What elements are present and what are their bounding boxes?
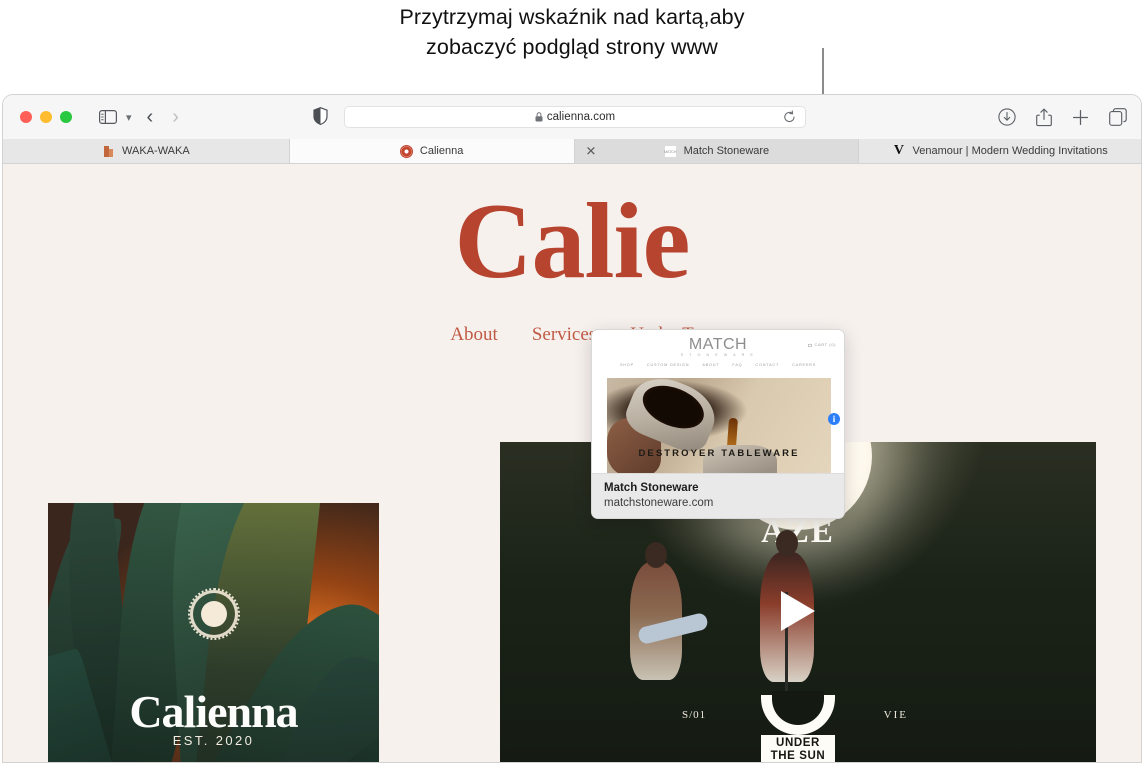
minimize-window-button[interactable] bbox=[40, 111, 52, 123]
callout-text: Przytrzymaj wskaźnik nad kartą,aby zobac… bbox=[222, 2, 922, 62]
chevron-down-icon[interactable]: ▾ bbox=[126, 111, 132, 124]
new-tab-icon[interactable] bbox=[1072, 109, 1089, 126]
preview-cart-label: CART (0) bbox=[808, 342, 836, 347]
tab-preview-popup: MATCH S T O N E W A R E CART (0) SHOP CU… bbox=[591, 329, 845, 519]
under-the-sun-logo: UNDER THE SUN bbox=[761, 695, 835, 762]
preview-footer: Match Stoneware matchstoneware.com bbox=[592, 473, 844, 518]
logo-text: UNDER THE SUN bbox=[761, 735, 835, 762]
preview-nav-contact: CONTACT bbox=[755, 363, 780, 367]
musician-head bbox=[776, 530, 798, 556]
preview-hero-image: DESTROYER TABLEWARE bbox=[607, 378, 831, 475]
cart-icon bbox=[808, 343, 813, 347]
preview-url: matchstoneware.com bbox=[604, 497, 714, 509]
info-badge-icon[interactable]: i bbox=[828, 413, 840, 425]
callout-line-2: zobaczyć podgląd strony www bbox=[426, 35, 718, 59]
preview-cart-text: CART (0) bbox=[814, 342, 836, 347]
preview-logo-subtext: S T O N E W A R E bbox=[680, 353, 756, 357]
preview-nav-about: ABOUT bbox=[702, 363, 720, 367]
crescent-icon bbox=[761, 695, 835, 735]
preview-logo-text: MATCH bbox=[688, 336, 748, 353]
video-title: AZE bbox=[761, 514, 835, 550]
preview-hero-text: DESTROYER TABLEWARE bbox=[638, 448, 800, 459]
address-bar[interactable]: calienna.com bbox=[344, 106, 806, 128]
back-button[interactable]: ‹ bbox=[147, 106, 154, 129]
preview-title: Match Stoneware bbox=[604, 482, 699, 494]
window-controls bbox=[20, 111, 72, 123]
card-title: Calienna bbox=[129, 686, 298, 737]
maximize-window-button[interactable] bbox=[60, 111, 72, 123]
browser-toolbar: ▾ ‹ › calienna.com bbox=[3, 95, 1141, 139]
tab-waka-waka[interactable]: WAKA-WAKA bbox=[3, 139, 290, 163]
page-title: Calie bbox=[454, 182, 691, 301]
tab-title: Calienna bbox=[419, 145, 464, 157]
tab-bar: WAKA-WAKA Calienna ✕ MATCH Match Stonewa… bbox=[3, 139, 1141, 164]
sun-emblem-icon bbox=[188, 588, 240, 640]
tab-overview-icon[interactable] bbox=[1109, 108, 1127, 126]
site-navigation: About Services Under T bbox=[3, 324, 1141, 346]
card-subtitle: EST. 2020 bbox=[172, 733, 255, 748]
safari-window: ▾ ‹ › calienna.com WAKA-WAKA Calienna ✕ … bbox=[2, 94, 1142, 763]
close-tab-button[interactable]: ✕ bbox=[586, 145, 597, 158]
preview-nav-faq: FAQ bbox=[732, 363, 743, 367]
preview-nav-shop: SHOP bbox=[619, 363, 634, 367]
chair-favicon bbox=[102, 145, 115, 158]
callout-annotation: Przytrzymaj wskaźnik nad kartą,aby zobac… bbox=[0, 0, 1144, 146]
reload-icon[interactable] bbox=[783, 110, 796, 124]
venamour-favicon: V bbox=[893, 143, 905, 158]
video-left-label: S/01 bbox=[682, 709, 707, 721]
tab-title: Venamour | Modern Wedding Invitations bbox=[912, 145, 1108, 157]
lock-icon bbox=[535, 112, 543, 122]
logo-line-1: UNDER bbox=[776, 737, 820, 749]
privacy-shield-icon[interactable] bbox=[313, 107, 328, 125]
tab-title: WAKA-WAKA bbox=[122, 145, 190, 157]
musician-head bbox=[645, 542, 667, 568]
logo-line-2: THE SUN bbox=[770, 750, 826, 762]
preview-nav-careers: CAREERS bbox=[792, 363, 817, 367]
forward-button[interactable]: › bbox=[172, 106, 179, 129]
close-window-button[interactable] bbox=[20, 111, 32, 123]
preview-site-logo: MATCH S T O N E W A R E bbox=[681, 336, 756, 357]
play-button[interactable] bbox=[781, 590, 815, 631]
video-right-label: VIE bbox=[883, 709, 908, 721]
sidebar-toggle-icon[interactable] bbox=[99, 110, 117, 124]
preview-site-nav: SHOP CUSTOM DESIGN ABOUT FAQ CONTACT CAR… bbox=[592, 363, 844, 367]
tab-match-stoneware[interactable]: ✕ MATCH Match Stoneware bbox=[574, 139, 860, 163]
download-icon[interactable] bbox=[998, 108, 1016, 126]
web-page-content: Calie About Services Under T bbox=[3, 164, 1141, 762]
url-text: calienna.com bbox=[546, 111, 616, 123]
share-icon[interactable] bbox=[1036, 108, 1052, 127]
address-bar-content: calienna.com bbox=[535, 111, 615, 123]
sun-favicon bbox=[399, 144, 413, 158]
preview-site-thumbnail: MATCH S T O N E W A R E CART (0) SHOP CU… bbox=[592, 330, 844, 475]
screenshot-root: Przytrzymaj wskaźnik nad kartą,aby zobac… bbox=[0, 0, 1144, 763]
site-nav-item-services[interactable]: Services bbox=[532, 324, 596, 346]
match-favicon: MATCH bbox=[663, 144, 677, 158]
preview-nav-custom-design: CUSTOM DESIGN bbox=[646, 363, 690, 367]
toolbar-right-actions bbox=[998, 95, 1127, 139]
tab-calienna[interactable]: Calienna bbox=[289, 139, 575, 163]
cup-interior bbox=[636, 378, 711, 437]
site-nav-item-about[interactable]: About bbox=[450, 324, 498, 346]
tab-venamour[interactable]: V Venamour | Modern Wedding Invitations bbox=[859, 139, 1141, 163]
sun-face bbox=[201, 601, 227, 627]
tab-title: Match Stoneware bbox=[683, 145, 770, 157]
callout-line-1: Przytrzymaj wskaźnik nad kartą,aby bbox=[399, 5, 745, 29]
card-calienna-image[interactable]: Calienna EST. 2020 bbox=[48, 503, 379, 762]
